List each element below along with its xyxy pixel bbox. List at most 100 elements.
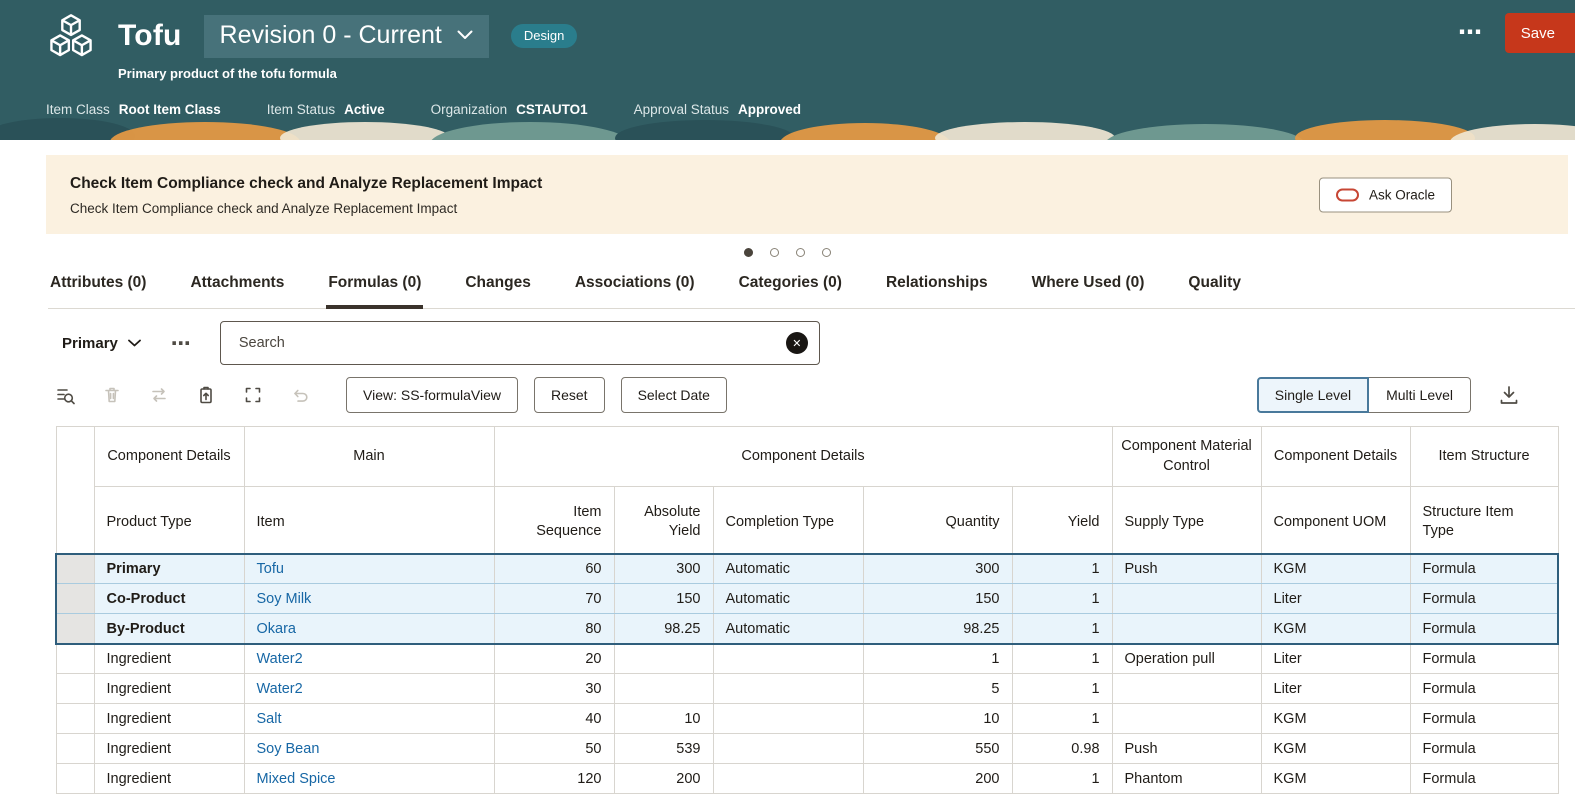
item-link[interactable]: Mixed Spice [257,771,336,787]
select-date-button[interactable]: Select Date [621,377,727,413]
column-header-component_uom[interactable]: Component UOM [1261,487,1410,554]
single-level-toggle[interactable]: Single Level [1257,377,1369,413]
item-link[interactable]: Soy Bean [257,741,320,757]
table-row[interactable]: IngredientMixed Spice1202002001PhantomKG… [56,764,1558,794]
tab-quality[interactable]: Quality [1186,274,1243,308]
row-selector[interactable] [56,554,94,584]
meta-item-status: Item StatusActive [267,102,385,117]
item-link[interactable]: Soy Milk [257,591,312,607]
carousel-dot-2[interactable] [770,248,779,257]
row-selector[interactable] [56,674,94,704]
column-header-yield[interactable]: Yield [1012,487,1112,554]
maximize-icon[interactable] [243,385,263,405]
cell-structure_item_type: Formula [1410,704,1558,734]
tab-attributes-0[interactable]: Attributes (0) [48,274,148,308]
paste-icon[interactable] [196,385,216,405]
table-row[interactable]: PrimaryTofu60300Automatic3001PushKGMForm… [56,554,1558,584]
column-header-item_sequence[interactable]: Item Sequence [494,487,614,554]
item-link[interactable]: Okara [257,621,297,637]
row-selector[interactable] [56,734,94,764]
cell-component_uom: KGM [1261,704,1410,734]
carousel-dot-1[interactable] [744,248,753,257]
table-row[interactable]: Co-ProductSoy Milk70150Automatic1501Lite… [56,584,1558,614]
cell-quantity: 300 [863,554,1012,584]
carousel-dot-4[interactable] [822,248,831,257]
tab-formulas-0[interactable]: Formulas (0) [326,274,423,309]
search-input[interactable] [237,334,775,352]
carousel-dot-3[interactable] [796,248,805,257]
column-header-quantity[interactable]: Quantity [863,487,1012,554]
row-selector[interactable] [56,614,94,644]
clear-search-icon[interactable]: ✕ [786,332,808,354]
column-header-absolute_yield[interactable]: Absolute Yield [614,487,713,554]
banner-carousel-dots [0,248,1575,257]
cell-quantity: 5 [863,674,1012,704]
reset-button[interactable]: Reset [534,377,605,413]
multi-level-toggle[interactable]: Multi Level [1369,377,1471,413]
cell-completion_type [713,674,863,704]
cell-item: Soy Bean [244,734,494,764]
item-link[interactable]: Salt [257,711,282,727]
download-icon[interactable] [1498,384,1520,406]
cell-absolute_yield: 200 [614,764,713,794]
formula-view-selector[interactable]: Primary [62,335,141,352]
cell-item_sequence: 120 [494,764,614,794]
cell-component_uom: KGM [1261,764,1410,794]
item-link[interactable]: Water2 [257,681,303,697]
cell-supply_type [1112,674,1261,704]
column-group-component-material-control: Component Material Control [1112,427,1261,487]
column-header-item[interactable]: Item [244,487,494,554]
row-selector[interactable] [56,644,94,674]
row-selector[interactable] [56,584,94,614]
row-selector[interactable] [56,704,94,734]
tab-categories-0[interactable]: Categories (0) [737,274,844,308]
row-selector[interactable] [56,764,94,794]
overflow-menu-button[interactable]: ⋯ [171,331,192,356]
item-link[interactable]: Tofu [257,561,284,577]
column-header-supply_type[interactable]: Supply Type [1112,487,1261,554]
formula-table: Component DetailsMainComponent DetailsCo… [55,426,1559,794]
item-link[interactable]: Water2 [257,651,303,667]
revision-selector[interactable]: Revision 0 - Current [204,15,489,58]
filter-list-search-icon[interactable] [55,385,75,405]
column-header-structure_item_type[interactable]: Structure Item Type [1410,487,1558,554]
more-actions-button[interactable]: ⋯ [1458,18,1483,47]
cell-item: Water2 [244,644,494,674]
cell-supply_type [1112,704,1261,734]
cell-completion_type [713,704,863,734]
cell-absolute_yield: 150 [614,584,713,614]
view-ss-formulaview-button[interactable]: View: SS-formulaView [346,377,518,413]
toolbar-icons [55,385,310,405]
cell-quantity: 550 [863,734,1012,764]
tab-associations-0[interactable]: Associations (0) [573,274,697,308]
cell-yield: 1 [1012,554,1112,584]
cell-product_type: Primary [94,554,244,584]
cell-absolute_yield [614,674,713,704]
cell-yield: 1 [1012,644,1112,674]
table-row[interactable]: By-ProductOkara8098.25Automatic98.251KGM… [56,614,1558,644]
cell-item: Soy Milk [244,584,494,614]
cell-product_type: Ingredient [94,674,244,704]
table-body: PrimaryTofu60300Automatic3001PushKGMForm… [56,554,1558,794]
cell-component_uom: Liter [1261,674,1410,704]
tab-changes[interactable]: Changes [463,274,532,308]
cell-item_sequence: 50 [494,734,614,764]
item-tabs: Attributes (0) Attachments Formulas (0) Cha… [48,274,1575,309]
delete-icon [102,385,122,405]
column-header-product_type[interactable]: Product Type [94,487,244,554]
tab-relationships[interactable]: Relationships [884,274,990,308]
table-row[interactable]: IngredientSoy Bean505395500.98PushKGMFor… [56,734,1558,764]
cell-component_uom: Liter [1261,584,1410,614]
ask-oracle-label: Ask Oracle [1369,187,1435,202]
cell-supply_type: Operation pull [1112,644,1261,674]
tab-where-used-0[interactable]: Where Used (0) [1030,274,1147,308]
table-row[interactable]: IngredientWater23051LiterFormula [56,674,1558,704]
column-group-component-details: Component Details [94,427,244,487]
save-button[interactable]: Save [1505,13,1575,53]
table-row[interactable]: IngredientWater22011Operation pullLiterF… [56,644,1558,674]
ask-oracle-button[interactable]: Ask Oracle [1319,177,1452,212]
tab-attachments[interactable]: Attachments [188,274,286,308]
table-row[interactable]: IngredientSalt4010101KGMFormula [56,704,1558,734]
table-head: Component DetailsMainComponent DetailsCo… [56,427,1558,554]
column-header-completion_type[interactable]: Completion Type [713,487,863,554]
